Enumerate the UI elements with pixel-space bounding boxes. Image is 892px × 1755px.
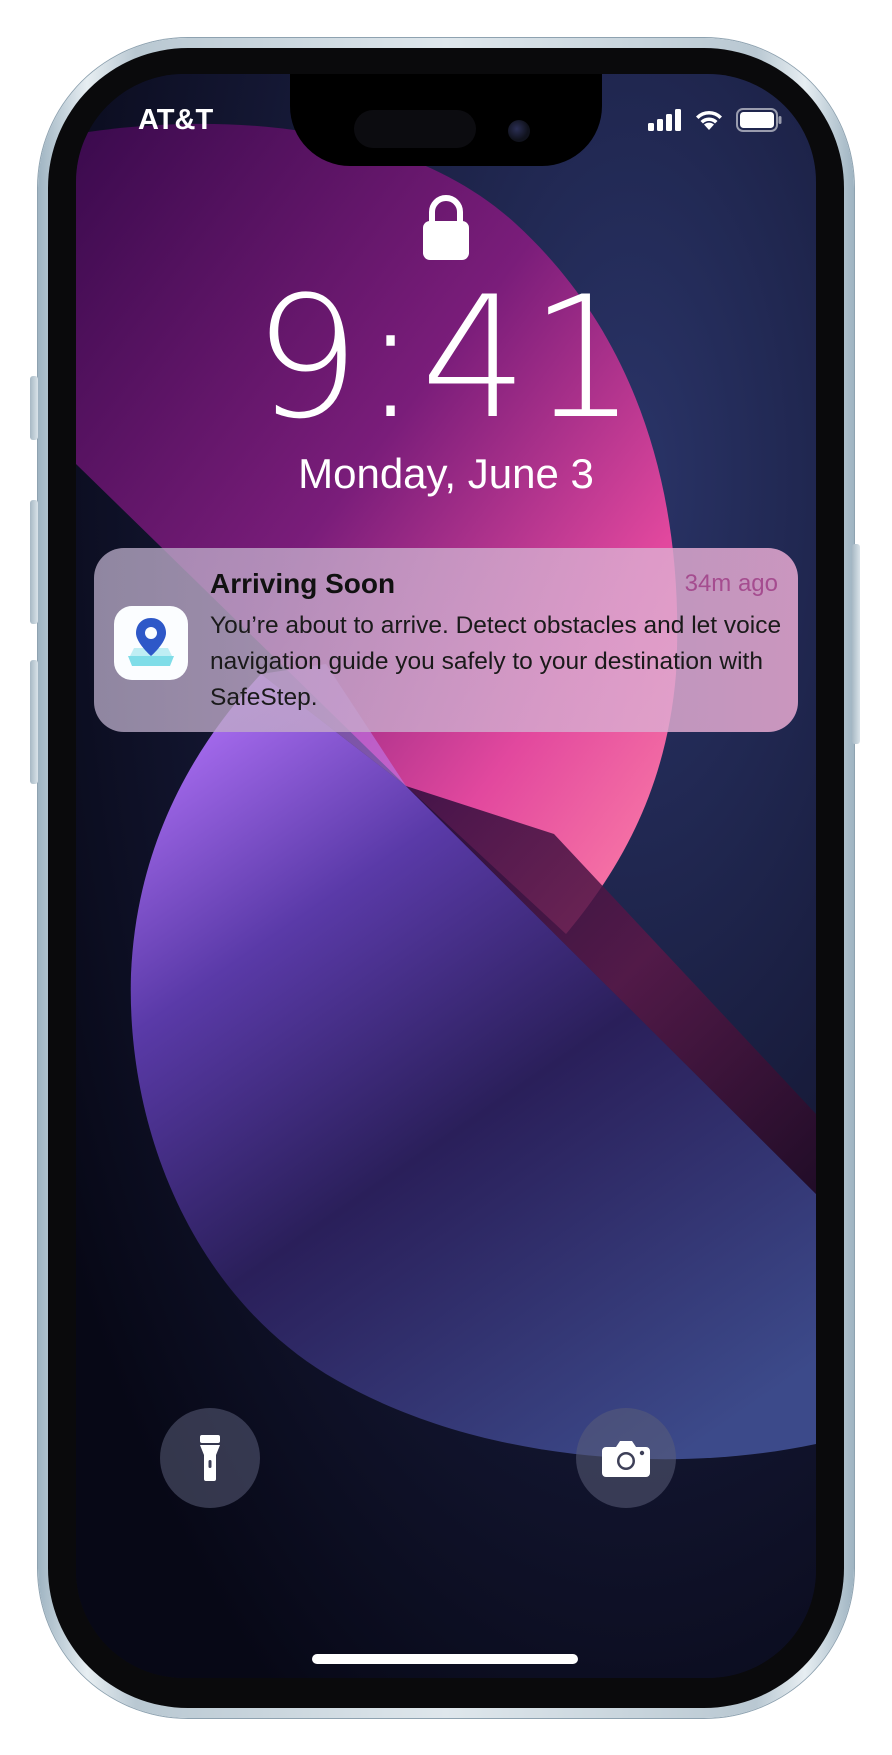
wifi-icon bbox=[696, 110, 722, 130]
notification-title: Arriving Soon bbox=[210, 568, 396, 599]
camera-button[interactable] bbox=[576, 1408, 676, 1508]
signal-icon bbox=[648, 109, 681, 131]
lock-screen: AT&T 9:41 Monday, June 3 Arriving Soon 3… bbox=[76, 74, 816, 1678]
notification-body: You’re about to arrive. Detect obstacles… bbox=[210, 612, 782, 711]
lock-icon bbox=[423, 195, 469, 260]
front-camera bbox=[508, 120, 530, 142]
notification-card[interactable]: Arriving Soon 34m ago You’re about to ar… bbox=[94, 548, 798, 732]
island-sensor bbox=[354, 110, 476, 148]
status-icons bbox=[648, 106, 782, 134]
home-indicator[interactable] bbox=[312, 1654, 578, 1664]
flashlight-button[interactable] bbox=[160, 1408, 260, 1508]
safestep-app-icon bbox=[114, 606, 188, 680]
map-pin-icon bbox=[128, 618, 174, 666]
volume-down-button bbox=[30, 660, 38, 784]
lock-screen-date: Monday, June 3 bbox=[298, 450, 594, 497]
flashlight-icon bbox=[200, 1435, 220, 1481]
action-button bbox=[30, 376, 38, 440]
notification-time: 34m ago bbox=[684, 570, 778, 597]
power-button bbox=[852, 544, 860, 744]
lock-screen-time: 9:41 bbox=[253, 260, 639, 456]
battery-icon bbox=[736, 108, 782, 132]
carrier-label: AT&T bbox=[138, 104, 214, 136]
dynamic-island bbox=[290, 74, 602, 166]
camera-icon bbox=[602, 1441, 650, 1477]
volume-up-button bbox=[30, 500, 38, 624]
